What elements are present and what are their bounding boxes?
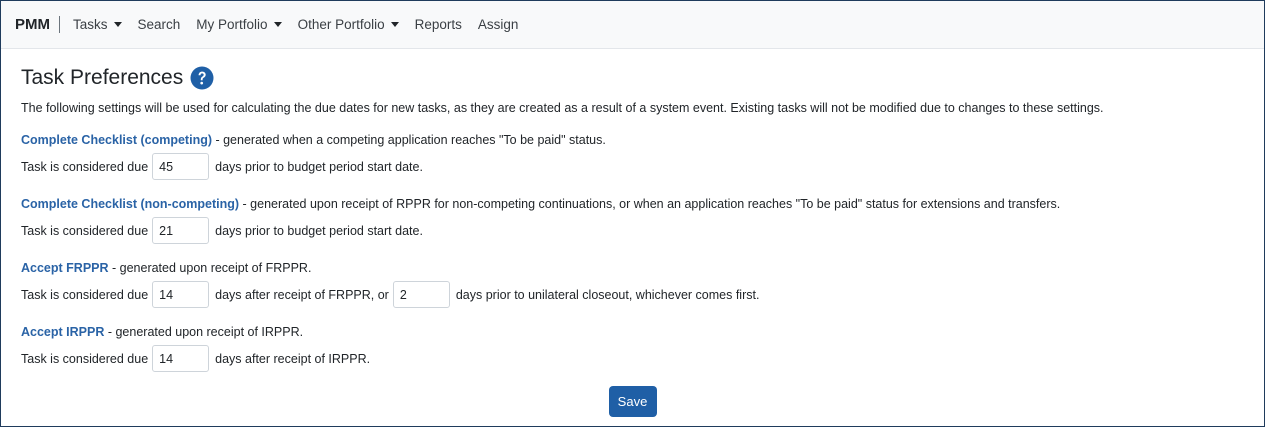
page-header: Task Preferences bbox=[21, 65, 1244, 91]
section-description: - generated upon receipt of FRPPR. bbox=[108, 261, 312, 275]
nav-my-portfolio-label: My Portfolio bbox=[196, 17, 268, 32]
due-prefix-label: Task is considered due bbox=[21, 223, 149, 238]
nav-assign[interactable]: Assign bbox=[470, 17, 527, 32]
days-input[interactable] bbox=[152, 153, 210, 180]
days-after-input[interactable] bbox=[152, 281, 210, 308]
days-input[interactable] bbox=[152, 345, 210, 372]
section-title-link[interactable]: Accept FRPPR bbox=[21, 261, 109, 275]
days-prior-closeout-input[interactable] bbox=[392, 281, 450, 308]
brand-logo[interactable]: PMM bbox=[15, 16, 60, 33]
form-actions: Save bbox=[21, 386, 1244, 417]
nav-assign-label: Assign bbox=[477, 17, 519, 32]
nav-reports[interactable]: Reports bbox=[407, 17, 470, 32]
main-content: Task Preferences The following settings … bbox=[1, 65, 1264, 417]
due-row: Task is considered due days prior to bud… bbox=[21, 153, 1244, 180]
section-accept-irppr: Accept IRPPR - generated upon receipt of… bbox=[21, 324, 1244, 372]
due-suffix-label: days prior to budget period start date. bbox=[215, 223, 423, 238]
nav-reports-label: Reports bbox=[414, 17, 462, 32]
due-suffix-label: days prior to budget period start date. bbox=[215, 159, 423, 174]
section-title-link[interactable]: Complete Checklist (non-competing) bbox=[21, 197, 239, 211]
nav-my-portfolio[interactable]: My Portfolio bbox=[188, 17, 289, 32]
section-complete-checklist-non-competing: Complete Checklist (non-competing) - gen… bbox=[21, 196, 1244, 244]
nav-tasks[interactable]: Tasks bbox=[65, 17, 130, 32]
page-title: Task Preferences bbox=[21, 66, 184, 89]
due-row: Task is considered due days prior to bud… bbox=[21, 217, 1244, 244]
due-prefix-label: Task is considered due bbox=[21, 287, 149, 302]
section-accept-frppr: Accept FRPPR - generated upon receipt of… bbox=[21, 260, 1244, 308]
caret-down-icon bbox=[273, 22, 282, 27]
section-description: - generated when a competing application… bbox=[212, 133, 606, 147]
days-input[interactable] bbox=[152, 217, 210, 244]
question-circle-icon[interactable] bbox=[190, 66, 214, 90]
save-button[interactable]: Save bbox=[608, 386, 657, 417]
section-complete-checklist-competing: Complete Checklist (competing) - generat… bbox=[21, 132, 1244, 180]
due-prefix-label: Task is considered due bbox=[21, 351, 149, 366]
nav-other-portfolio[interactable]: Other Portfolio bbox=[290, 17, 407, 32]
due-prefix-label: Task is considered due bbox=[21, 159, 149, 174]
section-title-link[interactable]: Complete Checklist (competing) bbox=[21, 133, 212, 147]
intro-text: The following settings will be used for … bbox=[21, 101, 1104, 115]
section-title-link[interactable]: Accept IRPPR bbox=[21, 325, 104, 339]
due-suffix-label: days after receipt of IRPPR. bbox=[215, 351, 371, 366]
app-window: PMM Tasks Search My Portfolio Other Port… bbox=[0, 0, 1265, 427]
section-description: - generated upon receipt of RPPR for non… bbox=[239, 197, 1061, 211]
top-navbar: PMM Tasks Search My Portfolio Other Port… bbox=[1, 1, 1264, 49]
caret-down-icon bbox=[390, 22, 399, 27]
section-description: - generated upon receipt of IRPPR. bbox=[104, 325, 304, 339]
nav-search-label: Search bbox=[137, 17, 181, 32]
nav-other-portfolio-label: Other Portfolio bbox=[297, 17, 385, 32]
due-row: Task is considered due days after receip… bbox=[21, 281, 1244, 308]
due-suffix-label: days prior to unilateral closeout, which… bbox=[455, 287, 760, 302]
nav-search[interactable]: Search bbox=[130, 17, 189, 32]
nav-tasks-label: Tasks bbox=[73, 17, 108, 32]
due-row: Task is considered due days after receip… bbox=[21, 345, 1244, 372]
caret-down-icon bbox=[113, 22, 122, 27]
due-middle-label: days after receipt of FRPPR, or bbox=[215, 287, 389, 302]
